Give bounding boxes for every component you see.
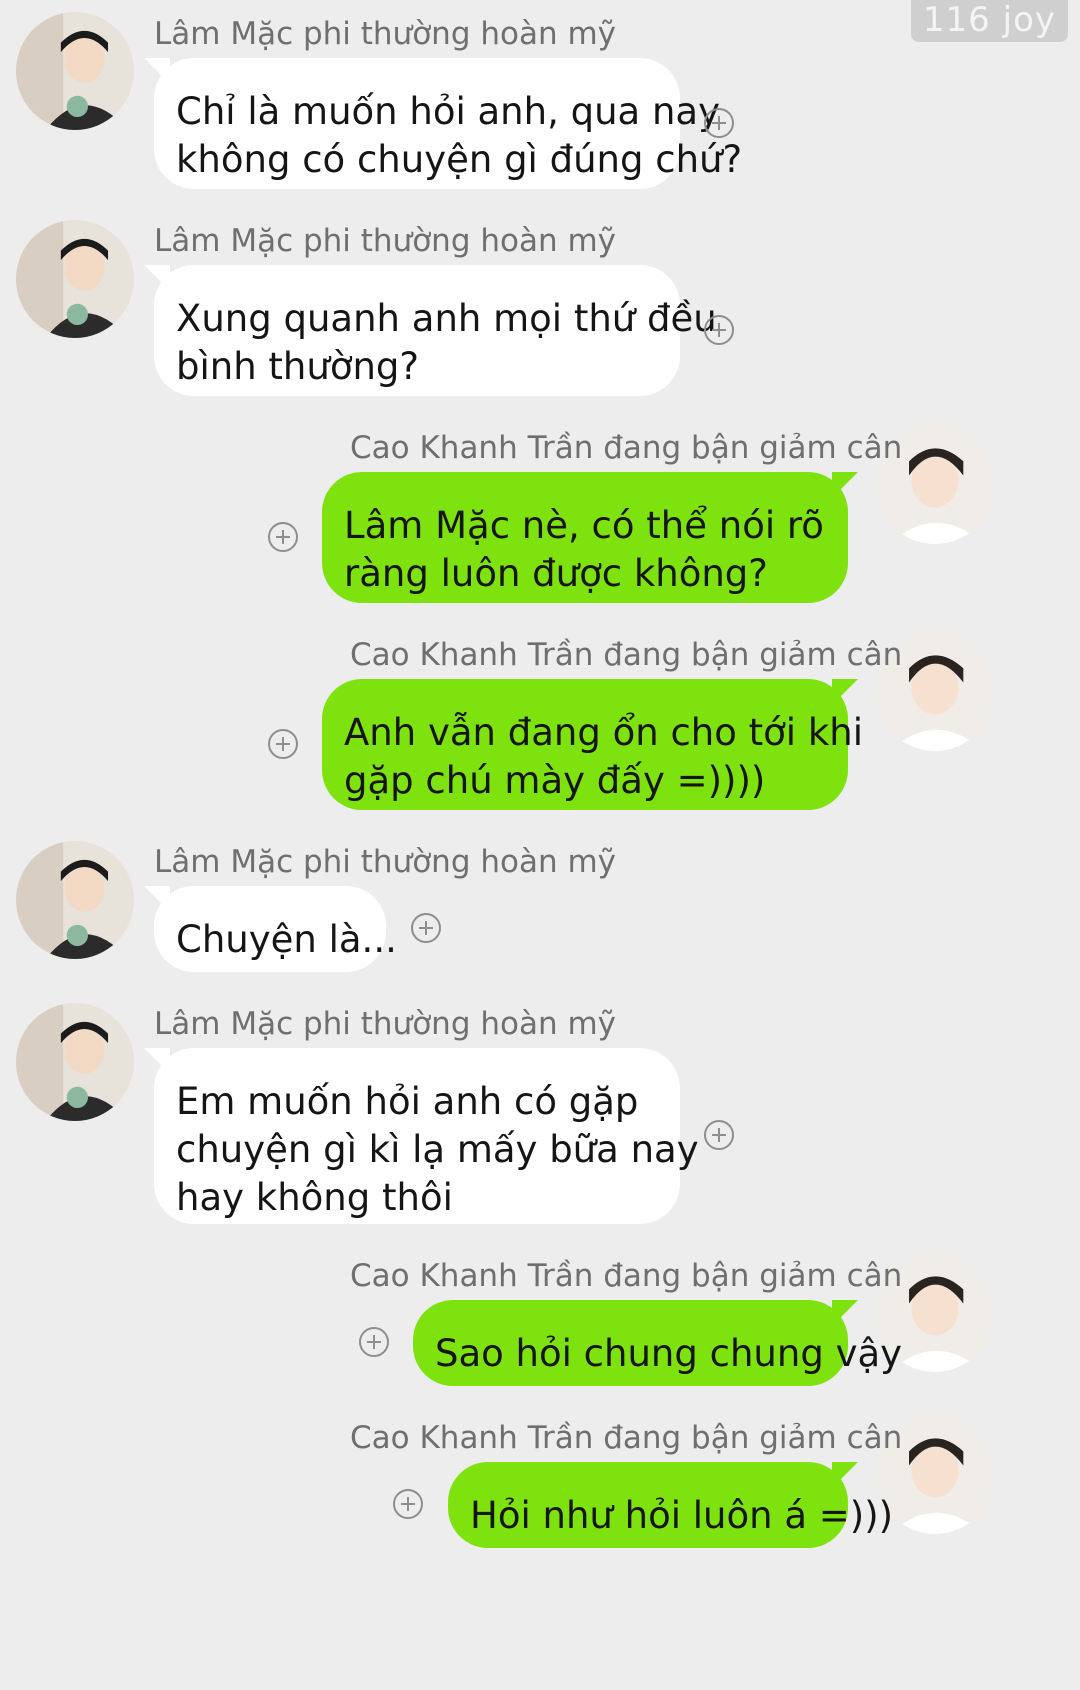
- sender-name: Cao Khanh Trần đang bận giảm cân: [350, 430, 903, 466]
- avatar-other[interactable]: [16, 1003, 134, 1121]
- sender-name: Lâm Mặc phi thường hoàn mỹ: [154, 844, 617, 880]
- message-line: Hỏi như hỏi luôn á =))): [470, 1494, 894, 1537]
- message-line: gặp chú mày đấy =)))): [344, 759, 766, 802]
- message-bubble-received[interactable]: Xung quanh anh mọi thứ đều bình thường?: [144, 265, 717, 396]
- message-bubble-received[interactable]: Em muốn hỏi anh có gặp chuyện gì kì lạ m…: [144, 1048, 699, 1224]
- plus-circle-icon[interactable]: [704, 108, 734, 138]
- message-bubble-received[interactable]: Chỉ là muốn hỏi anh, qua nay không có ch…: [144, 58, 743, 189]
- message-bubble-sent[interactable]: Hỏi như hỏi luôn á =))): [448, 1462, 894, 1548]
- watermark: 116 joy: [910, 0, 1068, 42]
- message-line: ràng luôn được không?: [344, 552, 768, 595]
- plus-circle-icon[interactable]: [704, 315, 734, 345]
- message-line: Lâm Mặc nè, có thể nói rõ: [344, 504, 824, 547]
- plus-circle-icon[interactable]: [704, 1120, 734, 1150]
- message-line: Em muốn hỏi anh có gặp: [176, 1080, 639, 1123]
- message-bubble-sent[interactable]: Anh vẫn đang ổn cho tới khi gặp chú mày …: [322, 679, 863, 810]
- message-line: chuyện gì kì lạ mấy bữa nay: [176, 1128, 699, 1171]
- avatar-other[interactable]: [16, 220, 134, 338]
- plus-circle-icon[interactable]: [411, 913, 441, 943]
- message-bubble-sent[interactable]: Lâm Mặc nè, có thể nói rõ ràng luôn được…: [322, 472, 858, 603]
- sender-name: Cao Khanh Trần đang bận giảm cân: [350, 1258, 903, 1294]
- message-line: không có chuyện gì đúng chứ?: [176, 138, 743, 181]
- sender-name: Lâm Mặc phi thường hoàn mỹ: [154, 223, 617, 259]
- plus-circle-icon[interactable]: [393, 1489, 423, 1519]
- message-line: hay không thôi: [176, 1176, 453, 1219]
- bubble-tail: [832, 1300, 858, 1326]
- message-line: Xung quanh anh mọi thứ đều: [176, 297, 717, 340]
- message-line: Anh vẫn đang ổn cho tới khi: [344, 711, 863, 754]
- sender-name: Cao Khanh Trần đang bận giảm cân: [350, 1420, 903, 1456]
- sender-name: Cao Khanh Trần đang bận giảm cân: [350, 637, 903, 673]
- bubble-tail: [144, 1048, 170, 1074]
- bubble-tail: [144, 886, 170, 912]
- message-line: bình thường?: [176, 345, 420, 388]
- message-line: Chuyện là...: [176, 918, 397, 961]
- plus-circle-icon[interactable]: [359, 1327, 389, 1357]
- bubble-tail: [832, 472, 858, 498]
- plus-circle-icon[interactable]: [268, 729, 298, 759]
- sender-name: Lâm Mặc phi thường hoàn mỹ: [154, 1006, 617, 1042]
- bubble-tail: [832, 1462, 858, 1488]
- bubble-tail: [832, 679, 858, 705]
- message-line: Sao hỏi chung chung vậy: [435, 1332, 903, 1375]
- bubble-tail: [144, 58, 170, 84]
- bubble-tail: [144, 265, 170, 291]
- avatar-other[interactable]: [16, 841, 134, 959]
- plus-circle-icon[interactable]: [268, 522, 298, 552]
- message-line: Chỉ là muốn hỏi anh, qua nay: [176, 90, 720, 133]
- message-bubble-sent[interactable]: Sao hỏi chung chung vậy: [413, 1300, 903, 1386]
- avatar-other[interactable]: [16, 12, 134, 130]
- message-bubble-received[interactable]: Chuyện là...: [144, 886, 397, 972]
- sender-name: Lâm Mặc phi thường hoàn mỹ: [154, 16, 617, 52]
